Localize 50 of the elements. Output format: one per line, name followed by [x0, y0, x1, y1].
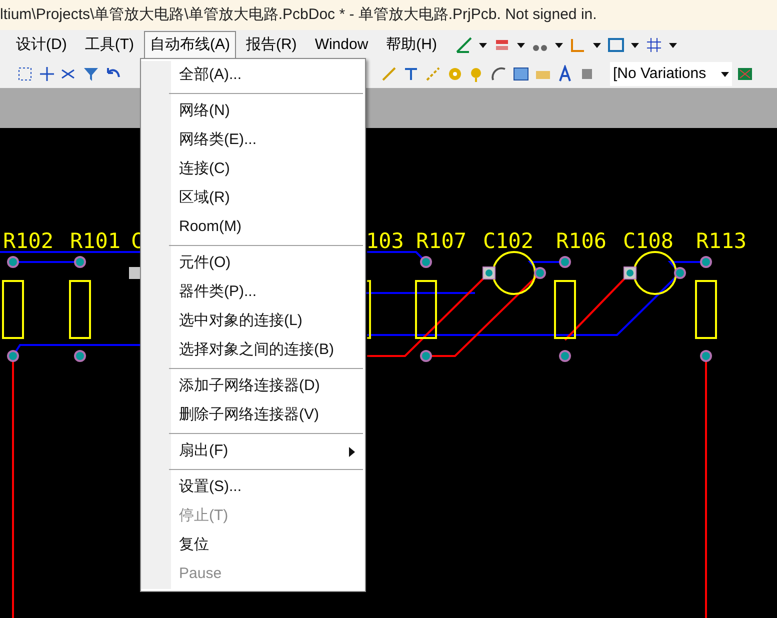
filter-icon[interactable] [82, 65, 100, 83]
menu-item[interactable]: 器件类(P)... [171, 278, 365, 307]
menu-bar-item[interactable]: Window [306, 31, 376, 59]
menu-item[interactable]: 连接(C) [171, 155, 365, 184]
menu-item[interactable]: 区域(R) [171, 184, 365, 213]
fill-icon[interactable] [512, 65, 530, 83]
menu-item[interactable]: 网络类(E)... [171, 126, 365, 155]
caret-icon[interactable] [721, 72, 729, 76]
menu-bar-item[interactable]: 设计(D) [8, 31, 75, 59]
menu-bar-item[interactable]: 报告(R) [238, 31, 305, 59]
caret-icon[interactable] [517, 42, 525, 48]
variations-dropdown[interactable]: [No Variations [610, 62, 732, 86]
route-icon[interactable] [402, 65, 420, 83]
menu-item[interactable]: 删除子网络连接器(V) [171, 401, 365, 430]
designator-label: R107 [416, 229, 467, 253]
menu-item[interactable]: 选中对象的连接(L) [171, 307, 365, 336]
board-icon[interactable] [736, 65, 754, 83]
move-icon[interactable] [38, 65, 56, 83]
caret-icon[interactable] [479, 42, 487, 48]
designator-label: C102 [483, 229, 534, 253]
caret-icon[interactable] [555, 42, 563, 48]
title-bar: ltium\Projects\单管放大电路\单管放大电路.PcbDoc * - 单管放大电路.PrjPcb. Not signed in. [0, 0, 777, 30]
menu-bar-item[interactable]: 工具(T) [76, 31, 142, 59]
caret-icon[interactable] [669, 42, 677, 48]
ruler-icon[interactable] [455, 36, 473, 54]
caret-icon[interactable] [631, 42, 639, 48]
menu-item[interactable]: Room(M) [171, 213, 365, 242]
menu-item[interactable]: 扇出(F) [171, 437, 365, 466]
menu-item[interactable]: 添加子网络连接器(D) [171, 372, 365, 401]
arc-icon[interactable] [490, 65, 508, 83]
dimension-icon[interactable] [569, 36, 587, 54]
menu-item[interactable]: 选择对象之间的连接(B) [171, 336, 365, 365]
caret-icon[interactable] [593, 42, 601, 48]
menu-bar-item[interactable]: 帮助(H) [378, 31, 445, 59]
text-icon[interactable] [556, 65, 574, 83]
designator-label: R102 [3, 229, 54, 253]
designator-label: R101 [70, 229, 121, 253]
designator-label: 103 [366, 229, 404, 253]
designator-label: R113 [696, 229, 747, 253]
menu-item[interactable]: 复位 [171, 531, 365, 560]
designator-label: R106 [556, 229, 607, 253]
menu-item[interactable]: 元件(O) [171, 249, 365, 278]
menu-item[interactable]: 设置(S)... [171, 473, 365, 502]
selection-icon[interactable] [16, 65, 34, 83]
menu-item[interactable]: 网络(N) [171, 97, 365, 126]
menu-bar-item[interactable]: 自动布线(A) [144, 31, 236, 59]
designator-label: C108 [623, 229, 674, 253]
menu-item[interactable]: 全部(A)... [171, 61, 365, 90]
grid-icon[interactable] [645, 36, 663, 54]
layers-icon[interactable] [607, 36, 625, 54]
